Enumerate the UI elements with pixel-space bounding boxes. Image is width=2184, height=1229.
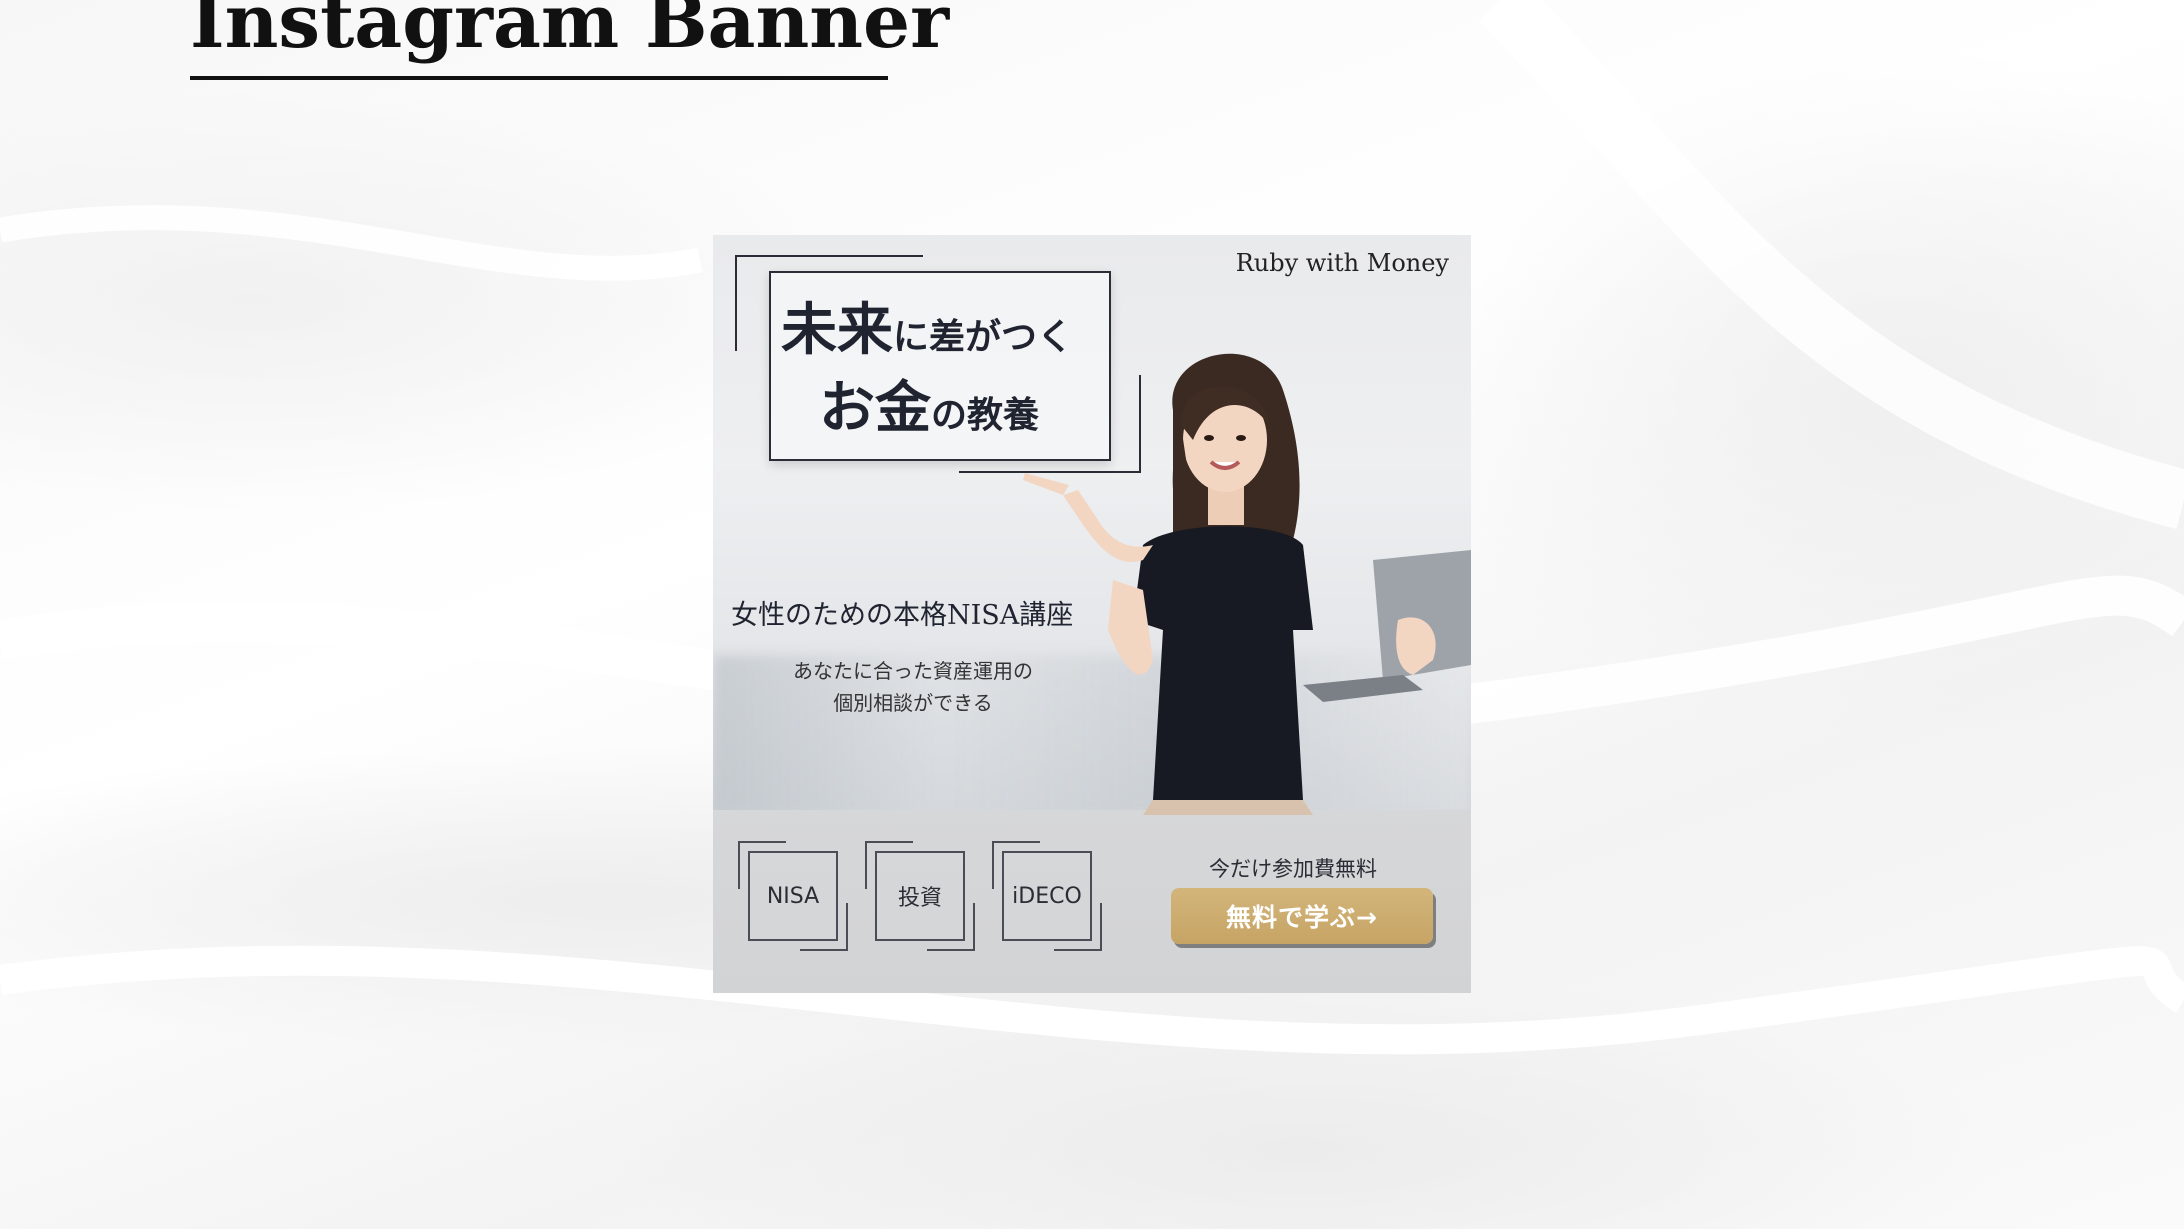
learn-free-button[interactable]: 無料で学ぶ→ bbox=[1171, 888, 1433, 944]
course-subtitle-line1: あなたに合った資産運用の bbox=[793, 659, 1033, 683]
cta-note: 今だけ参加費無料 bbox=[1209, 857, 1377, 881]
instagram-banner: Ruby with Money 未来に差がつく お金の教養 女性のための本格NI… bbox=[713, 235, 1471, 993]
title-underline bbox=[190, 76, 888, 80]
tag-nisa-label: NISA bbox=[748, 851, 838, 941]
woman-photo bbox=[1023, 353, 1471, 815]
course-subtitle-line2: 個別相談ができる bbox=[833, 691, 993, 715]
headline-line1-big: 未来 bbox=[781, 297, 893, 363]
course-subtitle: あなたに合った資産運用の 個別相談ができる bbox=[743, 655, 1083, 719]
brand-name: Ruby with Money bbox=[1235, 249, 1449, 277]
headline-line2-big: お金 bbox=[819, 375, 931, 441]
tag-investment: 投資 bbox=[865, 841, 975, 951]
tag-nisa: NISA bbox=[738, 841, 848, 951]
tag-investment-label: 投資 bbox=[875, 851, 965, 941]
page-title: Instagram Banner bbox=[190, 0, 950, 65]
course-title: 女性のための本格NISA講座 bbox=[731, 600, 1074, 631]
tag-ideco: iDECO bbox=[992, 841, 1102, 951]
tag-ideco-label: iDECO bbox=[1002, 851, 1092, 941]
